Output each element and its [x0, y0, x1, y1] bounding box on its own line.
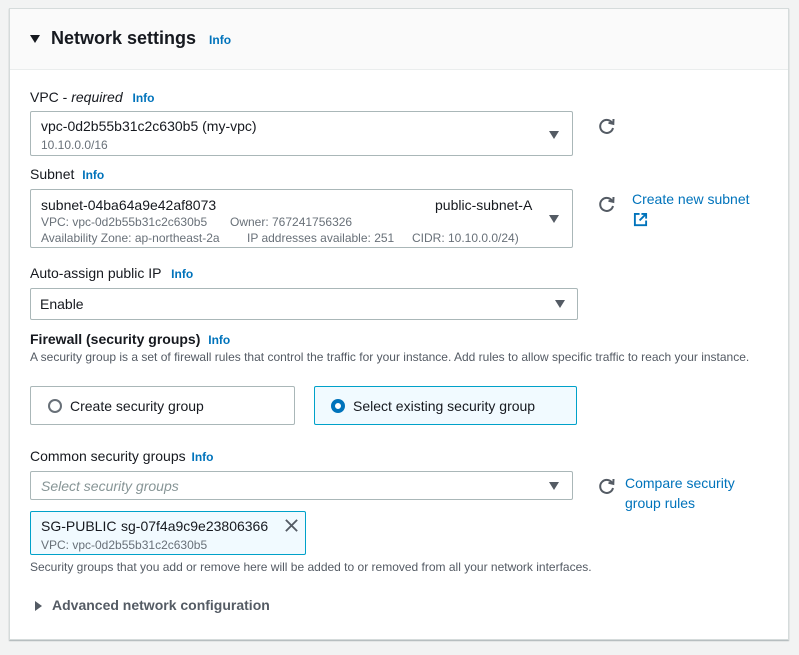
- public-ip-info-link[interactable]: Info: [171, 267, 193, 281]
- vpc-refresh-icon[interactable]: [597, 116, 617, 136]
- subnet-cidr: CIDR: 10.10.0.0/24): [412, 231, 519, 245]
- public-ip-label-text: Auto-assign public IP: [30, 265, 162, 281]
- expand-caret-icon: [35, 601, 42, 611]
- select-existing-security-group-option[interactable]: Select existing security group: [314, 386, 577, 425]
- common-sg-dropdown-caret-icon: [549, 482, 559, 490]
- compare-security-group-rules-link[interactable]: Compare security group rules: [625, 473, 735, 513]
- firewall-description: A security group is a set of firewall ru…: [30, 350, 750, 364]
- advanced-network-configuration-toggle[interactable]: Advanced network configuration: [30, 597, 290, 617]
- network-settings-panel: Network settings Info VPC - required Inf…: [9, 8, 789, 640]
- panel-header[interactable]: Network settings Info: [10, 9, 788, 70]
- common-sg-select[interactable]: Select security groups: [30, 471, 573, 500]
- firewall-info-link[interactable]: Info: [208, 333, 230, 347]
- panel-title: Network settings Info: [51, 28, 231, 49]
- collapse-caret-icon[interactable]: [30, 35, 40, 43]
- subnet-az: Availability Zone: ap-northeast-2a: [41, 231, 220, 245]
- token-sg-vpc: VPC: vpc-0d2b55b31c2c630b5: [41, 538, 208, 552]
- subnet-label-text: Subnet: [30, 166, 75, 182]
- advanced-label: Advanced network configuration: [52, 597, 270, 613]
- security-group-token: SG-PUBLIC sg-07f4a9c9e23806366 VPC: vpc-…: [30, 511, 306, 555]
- token-sg-name: SG-PUBLIC: [41, 518, 117, 534]
- common-sg-refresh-icon[interactable]: [597, 476, 617, 496]
- vpc-select[interactable]: vpc-0d2b55b31c2c630b5 (my-vpc) 10.10.0.0…: [30, 111, 573, 156]
- subnet-label: Subnet Info: [30, 166, 104, 182]
- common-sg-label: Common security groups Info: [30, 448, 214, 464]
- vpc-cidr: 10.10.0.0/16: [41, 138, 108, 152]
- vpc-select-value: vpc-0d2b55b31c2c630b5 (my-vpc): [41, 118, 257, 134]
- common-sg-note: Security groups that you add or remove h…: [30, 560, 592, 574]
- create-sg-label: Create security group: [70, 398, 204, 414]
- subnet-dropdown-caret-icon: [549, 215, 559, 223]
- common-sg-label-text: Common security groups: [30, 448, 186, 464]
- panel-title-text: Network settings: [51, 28, 197, 48]
- create-sg-radio[interactable]: [48, 399, 62, 413]
- vpc-label: VPC - required Info: [30, 89, 155, 105]
- public-ip-dropdown-caret-icon: [555, 300, 565, 308]
- subnet-id: subnet-04ba64a9e42af8073: [41, 197, 217, 213]
- remove-token-close-icon[interactable]: [284, 518, 299, 533]
- token-sg-id: sg-07f4a9c9e23806366: [121, 518, 269, 534]
- public-ip-value: Enable: [40, 296, 84, 312]
- firewall-label-text: Firewall (security groups): [30, 331, 201, 347]
- create-security-group-option[interactable]: Create security group: [30, 386, 295, 425]
- subnet-ips: IP addresses available: 251: [247, 231, 395, 245]
- compare-link-line1: Compare security: [625, 475, 735, 491]
- vpc-dropdown-caret-icon: [549, 131, 559, 139]
- create-new-subnet-link[interactable]: Create new subnet: [632, 191, 750, 207]
- vpc-info-link[interactable]: Info: [133, 91, 155, 105]
- external-link-icon[interactable]: [633, 212, 648, 227]
- public-ip-select[interactable]: Enable: [30, 288, 578, 320]
- subnet-info-link[interactable]: Info: [82, 168, 104, 182]
- common-sg-placeholder: Select security groups: [41, 478, 179, 494]
- subnet-vpc: VPC: vpc-0d2b55b31c2c630b5: [41, 215, 208, 229]
- vpc-label-text: VPC -: [30, 89, 72, 105]
- subnet-name: public-subnet-A: [435, 197, 533, 213]
- vpc-required-text: required: [71, 89, 123, 105]
- subnet-owner: Owner: 767241756326: [230, 215, 353, 229]
- subnet-select[interactable]: subnet-04ba64a9e42af8073 public-subnet-A…: [30, 189, 573, 248]
- firewall-label: Firewall (security groups) Info: [30, 331, 230, 347]
- existing-sg-radio[interactable]: [331, 399, 345, 413]
- subnet-refresh-icon[interactable]: [597, 194, 617, 214]
- compare-link-line2: group rules: [625, 495, 696, 511]
- existing-sg-label: Select existing security group: [353, 398, 536, 414]
- public-ip-label: Auto-assign public IP Info: [30, 265, 193, 281]
- panel-info-link[interactable]: Info: [209, 33, 231, 47]
- common-sg-info-link[interactable]: Info: [192, 450, 214, 464]
